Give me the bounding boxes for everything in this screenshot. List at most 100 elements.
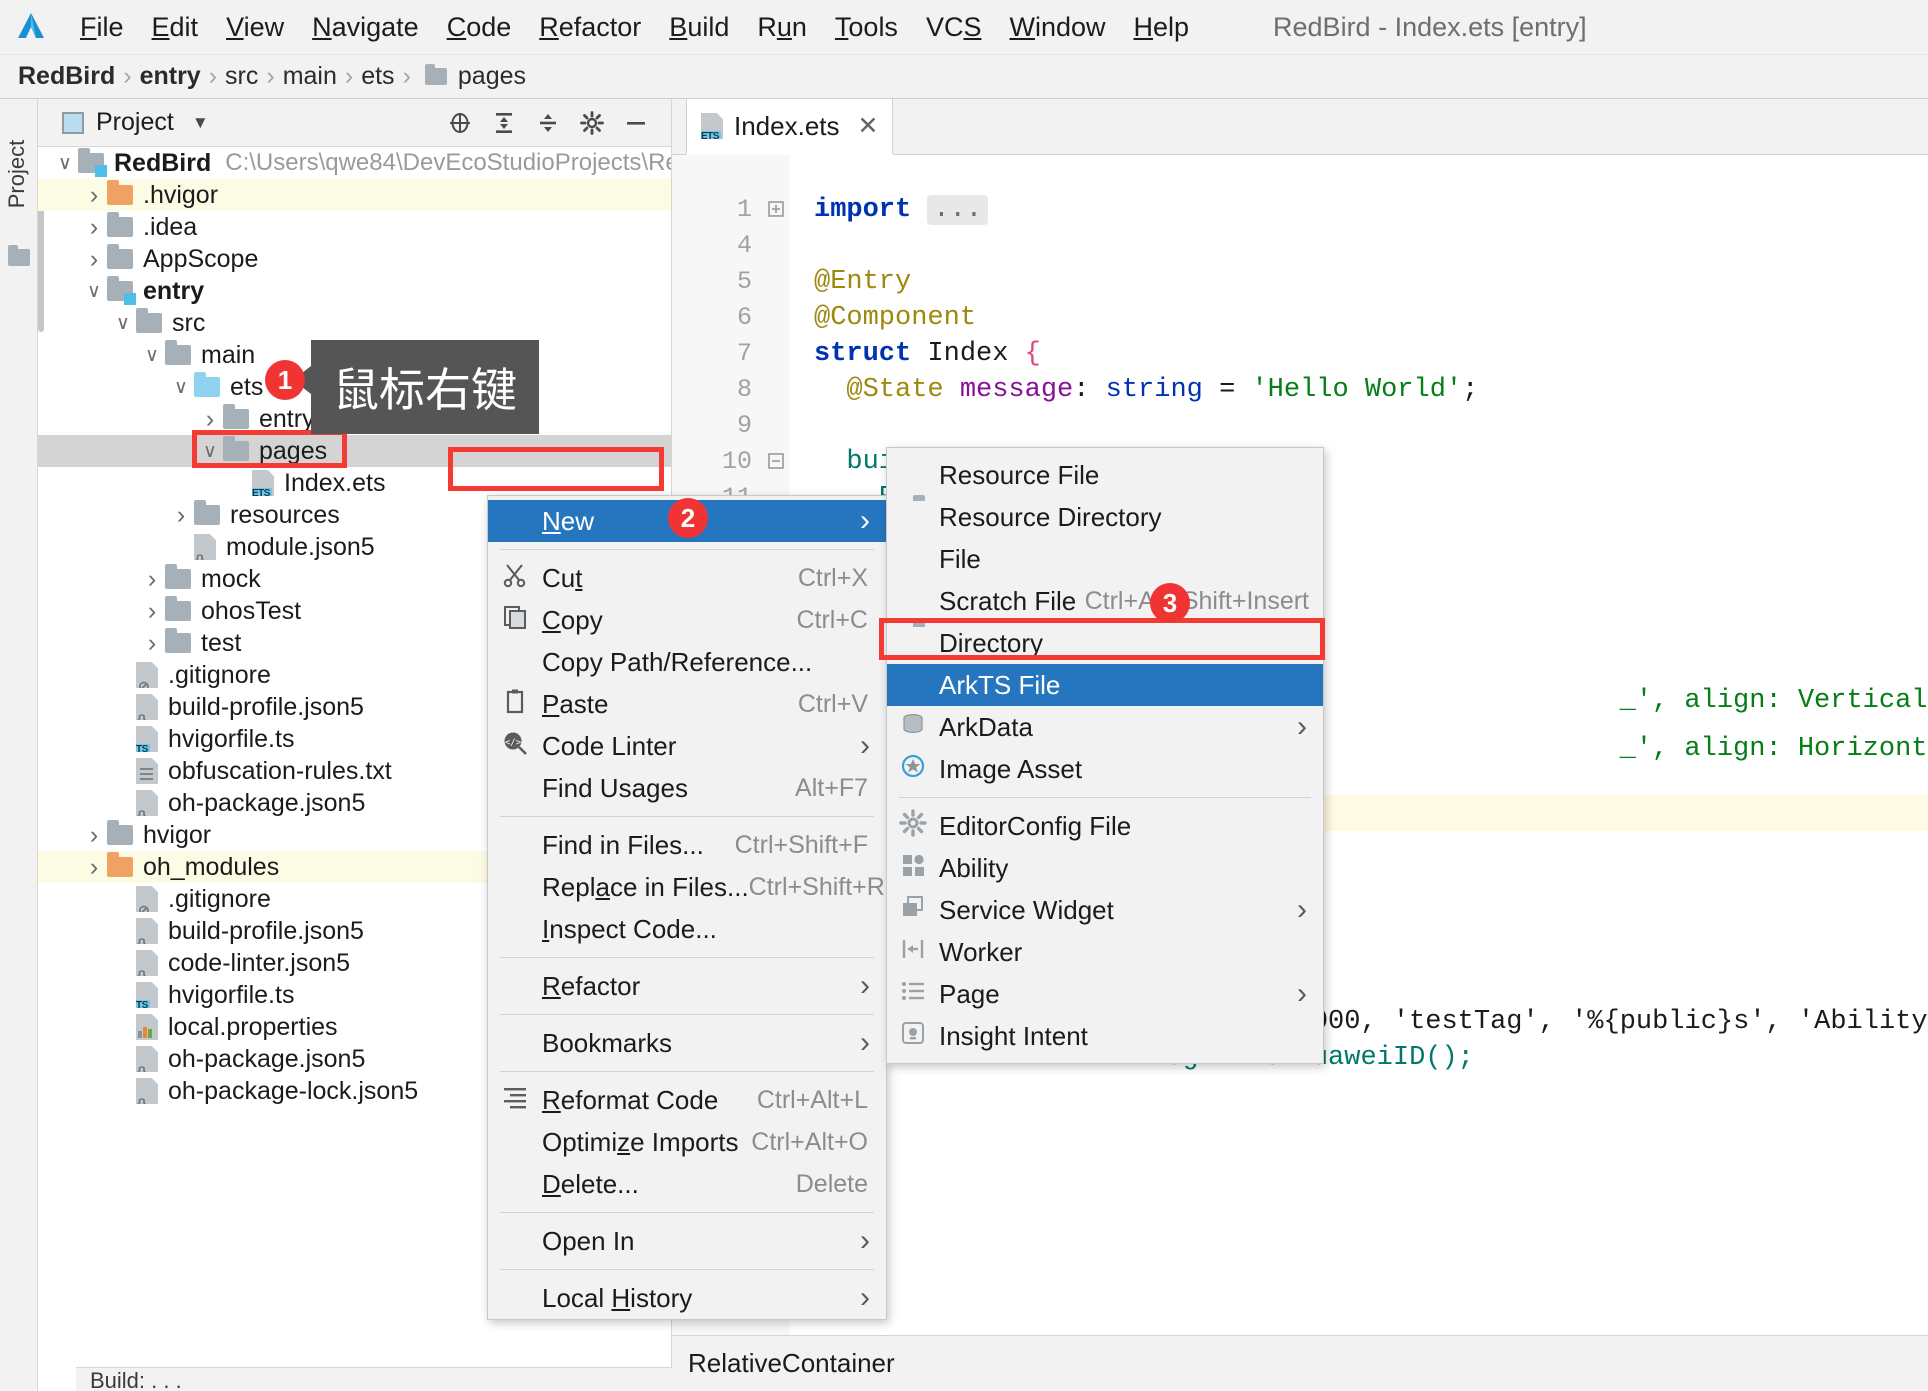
menu-item-code[interactable]: Code (433, 12, 526, 43)
context-menu-item-copy[interactable]: Copy Ctrl+C (488, 599, 886, 641)
menu-item-refactor[interactable]: Refactor (525, 12, 655, 43)
context-menu-item-inspect-code[interactable]: Inspect Code... (488, 908, 886, 950)
context-menu-item-optimize-imports[interactable]: Optimize Imports Ctrl+Alt+O (488, 1121, 886, 1163)
new-submenu-item-label: Ability (939, 852, 1009, 883)
context-menu-item-code-linter[interactable]: </> Code Linter › (488, 725, 886, 767)
fold-expand-icon[interactable] (766, 199, 786, 219)
chevron-down-icon[interactable] (81, 280, 107, 303)
menu-item-run[interactable]: Run (743, 12, 821, 43)
tree-node--idea[interactable]: .idea (38, 211, 671, 243)
context-menu-item-replace-in-files[interactable]: Replace in Files... Ctrl+Shift+R (488, 866, 886, 908)
menu-item-file[interactable]: File (66, 12, 138, 43)
expand-all-icon[interactable] (491, 110, 517, 136)
folder-blue-icon (194, 372, 220, 397)
chevron-right-icon[interactable] (81, 245, 107, 274)
tree-node-pages[interactable]: pages (38, 435, 671, 467)
tree-node-entry[interactable]: entry (38, 275, 671, 307)
menu-item-help[interactable]: Help (1120, 12, 1204, 43)
new-submenu-item-arkts-file[interactable]: ETS ArkTS File (887, 664, 1323, 706)
breadcrumb-item-entry[interactable]: entry (136, 62, 205, 91)
menu-item-build[interactable]: Build (655, 12, 743, 43)
tree-node--hvigor[interactable]: .hvigor (38, 179, 671, 211)
fold-collapse-icon[interactable] (766, 451, 786, 471)
context-menu-shortcut: Ctrl+C (796, 605, 868, 634)
chevron-right-icon[interactable] (168, 501, 194, 530)
menu-item-window[interactable]: Window (995, 12, 1119, 43)
context-menu-item-bookmarks[interactable]: Bookmarks › (488, 1022, 886, 1064)
settings-gear-icon[interactable] (579, 110, 605, 136)
new-submenu-item-insight-intent[interactable]: Insight Intent (887, 1015, 1323, 1057)
new-submenu-item-page[interactable]: Page › (887, 973, 1323, 1015)
tool-window-tab-project[interactable]: Project (4, 126, 38, 222)
breadcrumb-item-pages[interactable]: pages (454, 62, 530, 91)
new-submenu-item-editorconfig-file[interactable]: EditorConfig File (887, 805, 1323, 847)
new-submenu-item-file[interactable]: File (887, 538, 1323, 580)
chevron-down-icon[interactable]: ▼ (192, 113, 209, 133)
menu-item-navigate[interactable]: Navigate (298, 12, 433, 43)
chevron-down-icon[interactable] (110, 312, 136, 335)
new-submenu-item-worker[interactable]: Worker (887, 931, 1323, 973)
tree-node-appscope[interactable]: AppScope (38, 243, 671, 275)
chevron-right-icon[interactable] (139, 565, 165, 594)
context-menu-item-label: Paste (542, 688, 609, 719)
context-menu-item-open-in[interactable]: Open In › (488, 1220, 886, 1262)
context-menu-item-find-in-files[interactable]: Find in Files... Ctrl+Shift+F (488, 824, 886, 866)
folder-icon (165, 596, 191, 621)
new-submenu-item-arkdata[interactable]: ArkData › (887, 706, 1323, 748)
new-submenu-item-resource-directory[interactable]: Resource Directory (887, 496, 1323, 538)
chevron-down-icon[interactable] (197, 440, 223, 463)
breadcrumb-item-main[interactable]: main (279, 62, 341, 91)
chevron-right-icon[interactable] (139, 629, 165, 658)
folder-module-icon (78, 148, 107, 177)
chevron-down-icon[interactable] (139, 344, 165, 367)
menu-item-edit[interactable]: Edit (138, 12, 213, 43)
insight-intent-icon (887, 1019, 939, 1054)
close-icon[interactable]: ✕ (858, 111, 879, 141)
chevron-down-icon[interactable] (168, 376, 194, 399)
menu-item-view[interactable]: View (212, 12, 298, 43)
chevron-right-icon[interactable] (81, 821, 107, 850)
tree-node-src[interactable]: src (38, 307, 671, 339)
context-menu-item-cut[interactable]: Cut Ctrl+X (488, 557, 886, 599)
context-menu-item-delete[interactable]: Delete... Delete (488, 1163, 886, 1205)
database-icon (899, 710, 927, 738)
context-menu-item-local-history[interactable]: Local History › (488, 1277, 886, 1319)
folder-module-icon (107, 276, 136, 305)
menu-item-vcs[interactable]: VCS (912, 12, 996, 43)
code-line: import ... (814, 195, 989, 225)
json-file-icon: {} (136, 1046, 158, 1072)
collapse-all-icon[interactable] (535, 110, 561, 136)
new-submenu-item-service-widget[interactable]: Service Widget › (887, 889, 1323, 931)
new-submenu-item-scratch-file[interactable]: Scratch File Ctrl+Alt+Shift+Insert (887, 580, 1323, 622)
chevron-right-icon[interactable] (81, 181, 107, 210)
locate-target-icon[interactable] (447, 110, 473, 136)
chevron-right-icon: › (860, 1026, 870, 1059)
chevron-down-icon[interactable] (52, 152, 78, 175)
chevron-right-icon[interactable] (81, 853, 107, 882)
chevron-right-icon: › (860, 1224, 870, 1257)
breadcrumb-item-redbird[interactable]: RedBird (14, 62, 119, 91)
folder-icon (887, 626, 939, 661)
new-submenu-item-resource-file[interactable]: {} Resource File (887, 454, 1323, 496)
context-menu-item-copy-path-reference[interactable]: Copy Path/Reference... (488, 641, 886, 683)
context-menu-item-refactor[interactable]: Refactor › (488, 965, 886, 1007)
chevron-right-icon[interactable] (81, 213, 107, 242)
context-menu-item-reformat-code[interactable]: Reformat Code Ctrl+Alt+L (488, 1079, 886, 1121)
hide-minus-icon[interactable] (623, 110, 649, 136)
menu-item-tools[interactable]: Tools (821, 12, 912, 43)
editor-tab-index-ets[interactable]: ETS Index.ets ✕ (686, 99, 894, 155)
new-submenu-item-directory[interactable]: Directory (887, 622, 1323, 664)
breadcrumb-item-src[interactable]: src (221, 62, 262, 91)
context-menu-item-label: Copy (542, 604, 603, 635)
folder-orange-icon (107, 180, 133, 205)
context-menu-item-find-usages[interactable]: Find Usages Alt+F7 (488, 767, 886, 809)
tree-node-redbird[interactable]: RedBird C:\Users\qwe84\DevEcoStudioProjec… (38, 147, 671, 179)
chevron-right-icon[interactable] (197, 405, 223, 434)
new-submenu-item-image-asset[interactable]: Image Asset (887, 748, 1323, 790)
new-submenu-item-ability[interactable]: Ability (887, 847, 1323, 889)
context-menu-item-paste[interactable]: Paste Ctrl+V (488, 683, 886, 725)
line-number: 4 (736, 231, 752, 260)
project-panel-toolbar (447, 99, 661, 147)
breadcrumb-item-ets[interactable]: ets (357, 62, 398, 91)
chevron-right-icon[interactable] (139, 597, 165, 626)
